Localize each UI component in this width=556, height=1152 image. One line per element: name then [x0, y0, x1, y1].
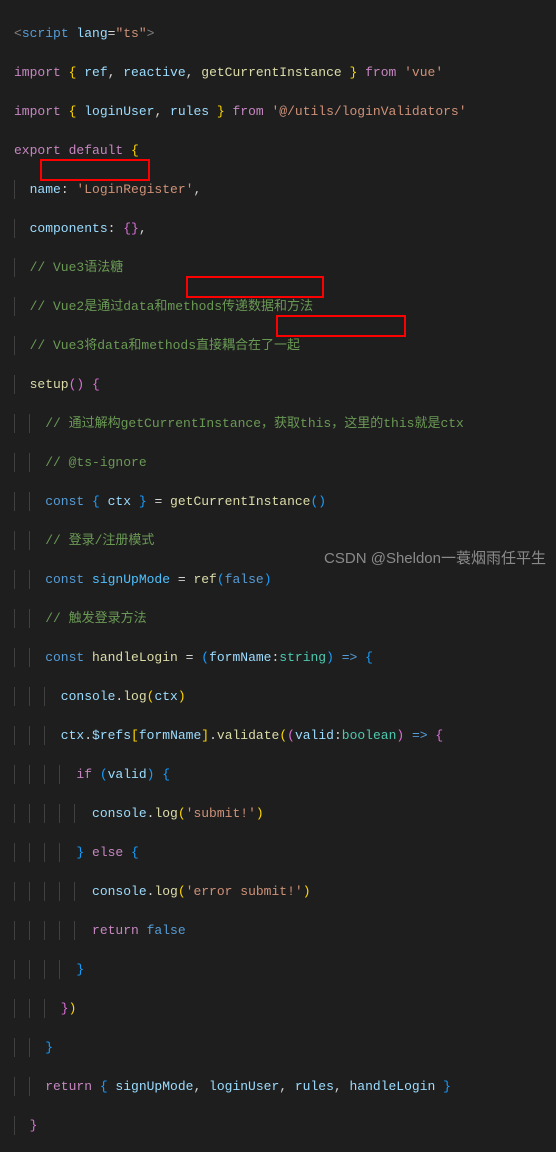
code-line: components: {},: [0, 219, 556, 239]
code-line: }: [0, 1038, 556, 1058]
code-line: setup() {: [0, 375, 556, 395]
code-line: }): [0, 999, 556, 1019]
code-line: }: [0, 960, 556, 980]
code-line: console.log('submit!'): [0, 804, 556, 824]
code-line: if (valid) {: [0, 765, 556, 785]
code-editor[interactable]: <script lang="ts"> import { ref, reactiv…: [0, 0, 556, 1152]
code-line: // Vue3将data和methods直接耦合在了一起: [0, 336, 556, 356]
code-line: } else {: [0, 843, 556, 863]
code-line: ctx.$refs[formName].validate((valid:bool…: [0, 726, 556, 746]
code-line: name: 'LoginRegister',: [0, 180, 556, 200]
code-line: return false: [0, 921, 556, 941]
code-line: const signUpMode = ref(false): [0, 570, 556, 590]
watermark-text: CSDN @Sheldon一蓑烟雨任平生: [324, 548, 546, 571]
code-line: console.log(ctx): [0, 687, 556, 707]
code-line: // Vue3语法糖: [0, 258, 556, 278]
code-line: const { ctx } = getCurrentInstance(): [0, 492, 556, 512]
code-line: // @ts-ignore: [0, 453, 556, 473]
code-line: return { signUpMode, loginUser, rules, h…: [0, 1077, 556, 1097]
code-line: // Vue2是通过data和methods传递数据和方法: [0, 297, 556, 317]
code-line: // 通过解构getCurrentInstance，获取this，这里的this…: [0, 414, 556, 434]
code-line: // 触发登录方法: [0, 609, 556, 629]
code-line: }: [0, 1116, 556, 1136]
code-line: import { ref, reactive, getCurrentInstan…: [0, 63, 556, 83]
code-line: import { loginUser, rules } from '@/util…: [0, 102, 556, 122]
code-line: <script lang="ts">: [0, 24, 556, 44]
code-line: console.log('error submit!'): [0, 882, 556, 902]
code-line: export default {: [0, 141, 556, 161]
code-line: const handleLogin = (formName:string) =>…: [0, 648, 556, 668]
